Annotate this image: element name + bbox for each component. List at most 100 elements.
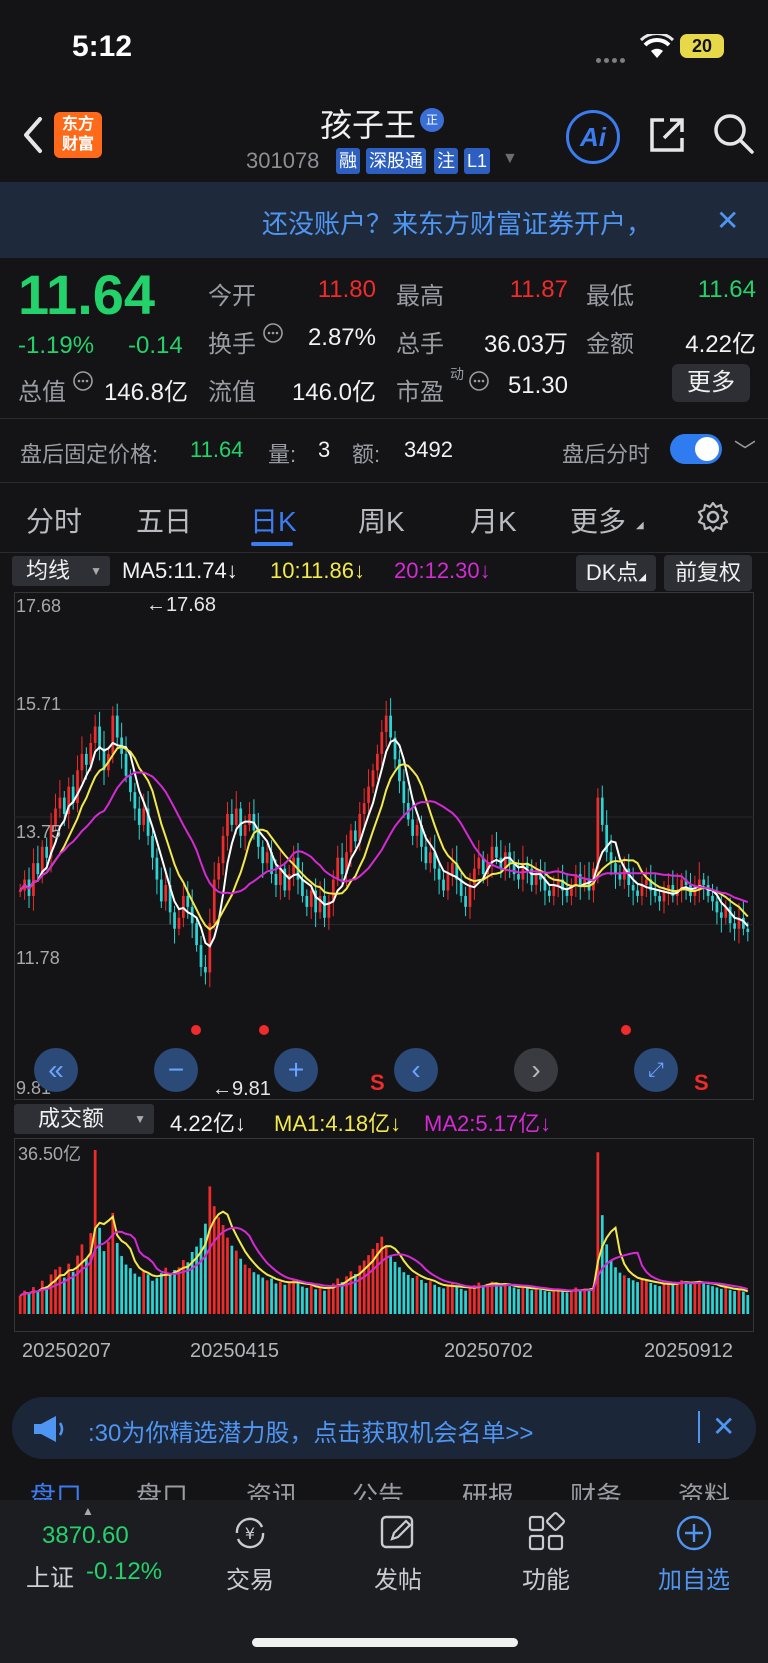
nav-trade-label: 交易 xyxy=(226,1567,274,1594)
volume-max-label: 36.50亿 xyxy=(18,1144,82,1164)
candle-body xyxy=(155,857,159,880)
candle-body xyxy=(159,879,163,902)
candle-body xyxy=(367,786,370,804)
subtab[interactable]: 财务 xyxy=(570,1478,622,1500)
volume-chart[interactable] xyxy=(14,1138,754,1332)
subtab[interactable]: 资讯 xyxy=(246,1478,298,1500)
candle-body xyxy=(76,770,79,804)
volume-bar xyxy=(115,1243,119,1314)
kline-chart[interactable] xyxy=(14,592,754,1100)
volume-bar xyxy=(243,1264,247,1314)
candle-body xyxy=(129,775,132,793)
tab-five-day[interactable]: 五日 xyxy=(136,500,192,540)
volume-bar xyxy=(636,1282,639,1314)
chevron-down-icon[interactable]: ﹀ xyxy=(734,434,756,466)
app-logo[interactable]: 东方 财富 xyxy=(54,112,102,158)
sell-signal-label: S xyxy=(370,1070,385,1095)
info-icon[interactable] xyxy=(468,370,490,397)
candle-body xyxy=(173,912,176,929)
tab-more[interactable]: 更多 xyxy=(570,500,626,540)
index-value[interactable]: 3870.60 xyxy=(42,1522,129,1550)
volume-bar xyxy=(539,1289,542,1314)
after-hours-volume: 3 xyxy=(318,437,331,462)
close-icon[interactable]: ✕ xyxy=(716,204,739,237)
volume-bar xyxy=(336,1278,340,1314)
tab-monthly-k[interactable]: 月K xyxy=(470,500,517,540)
ma5-legend: MA5:11.74↓ xyxy=(122,558,238,583)
candle-body xyxy=(442,879,445,891)
volume-bar xyxy=(120,1256,123,1314)
volume-bar xyxy=(239,1258,243,1314)
account-banner-text[interactable]: 还没账户？来东方财富证券开户， xyxy=(262,204,652,241)
back-arrow-icon[interactable] xyxy=(18,110,54,160)
volume-bar xyxy=(534,1288,538,1314)
turnover-value: 2.87% xyxy=(307,324,376,351)
zoom-in-button[interactable]: + xyxy=(274,1048,318,1092)
dk-point-button[interactable]: DK点◢ xyxy=(576,555,656,591)
volume-bar xyxy=(570,1290,573,1314)
volume-bar xyxy=(137,1276,141,1314)
volume-bar xyxy=(521,1286,525,1314)
scroll-right-button[interactable]: › xyxy=(514,1048,558,1092)
zoom-out-button[interactable]: − xyxy=(154,1048,198,1092)
volume-bar xyxy=(662,1283,666,1314)
after-hours-toggle[interactable] xyxy=(670,434,722,464)
low-value: 11.64 xyxy=(697,276,756,303)
volume-bar xyxy=(565,1292,569,1314)
candle-body xyxy=(340,857,344,875)
scroll-left-button[interactable]: ‹ xyxy=(394,1048,438,1092)
index-name[interactable]: 上证 xyxy=(26,1558,74,1593)
subtab[interactable]: 资料 xyxy=(678,1478,730,1500)
volume-bar xyxy=(486,1283,489,1314)
volume-bar xyxy=(719,1288,723,1314)
ai-button[interactable]: Ai xyxy=(566,110,620,164)
subtab[interactable]: 研报 xyxy=(462,1478,514,1500)
tab-intraday[interactable]: 分时 xyxy=(26,500,82,540)
candle-body xyxy=(411,819,415,836)
subtab[interactable]: 公告 xyxy=(352,1478,404,1500)
candle-body xyxy=(36,863,40,875)
promo-text[interactable]: :30为你精选潜力股，点击获取机会名单>> xyxy=(88,1413,533,1448)
float-cap-value: 146.0亿 xyxy=(291,379,376,406)
volume-bar xyxy=(667,1282,670,1314)
gear-icon[interactable] xyxy=(696,500,730,539)
volume-bar xyxy=(684,1281,688,1314)
subtab[interactable]: 盘口 xyxy=(30,1478,82,1500)
adjust-mode-button[interactable]: 前复权 xyxy=(664,555,752,591)
volume-bar xyxy=(274,1283,278,1314)
volume-bar xyxy=(159,1273,163,1314)
volume-bar xyxy=(574,1287,578,1314)
volume-bar xyxy=(146,1274,150,1314)
after-hours-price: 11.64 xyxy=(190,437,244,462)
detail-subtabs[interactable]: 盘口 盘口 资讯 公告 研报 财务 资料 xyxy=(0,1478,768,1500)
index-change[interactable]: -0.12% xyxy=(86,1558,162,1586)
volume-bar xyxy=(627,1278,631,1314)
tab-daily-k[interactable]: 日K xyxy=(250,500,297,540)
tab-weekly-k[interactable]: 周K xyxy=(358,500,405,540)
stock-name[interactable]: 孩子王 xyxy=(320,100,416,146)
info-icon[interactable] xyxy=(72,370,94,397)
volume-bar xyxy=(653,1284,657,1314)
share-icon[interactable] xyxy=(646,114,688,161)
volume-bar xyxy=(530,1290,534,1314)
volume-bar xyxy=(318,1287,322,1314)
scroll-start-button[interactable]: « xyxy=(34,1048,78,1092)
volume-indicator-dropdown[interactable]: 成交额 ▼ xyxy=(14,1104,154,1134)
stock-code: 301078 xyxy=(246,148,320,173)
close-icon[interactable]: ✕ xyxy=(712,1410,735,1443)
indicator-dropdown[interactable]: 均线 ▼ xyxy=(12,556,110,586)
volume-bar xyxy=(323,1290,326,1314)
info-icon[interactable] xyxy=(262,322,284,349)
chevron-down-icon[interactable]: ▼ xyxy=(502,150,518,168)
fullscreen-button[interactable]: ⤢ xyxy=(634,1048,678,1092)
volume-bar xyxy=(54,1269,57,1314)
volume-bar xyxy=(671,1284,675,1314)
open-label: 今开 xyxy=(208,283,256,310)
volume-bar xyxy=(658,1286,661,1314)
volume-bar xyxy=(605,1244,609,1314)
subtab[interactable]: 盘口 xyxy=(136,1478,188,1500)
volume-bar xyxy=(226,1237,229,1314)
nav-add-watchlist-label: 加自选 xyxy=(658,1567,730,1594)
more-button[interactable]: 更多 xyxy=(672,364,750,402)
search-icon[interactable] xyxy=(712,112,756,161)
